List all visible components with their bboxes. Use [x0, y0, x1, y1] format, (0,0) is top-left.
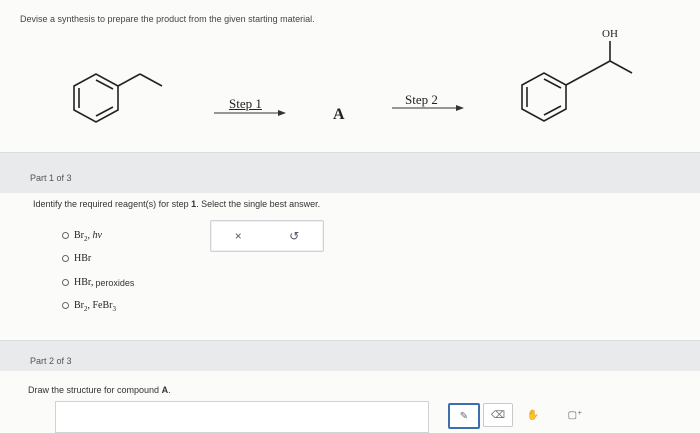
hydroxyl-label: OH — [602, 28, 618, 40]
part1-question-suffix: . Select the single best answer. — [196, 199, 321, 209]
step2-arrow — [392, 105, 464, 111]
part2-header: Part 2 of 3 — [30, 356, 72, 366]
part1-question-prefix: Identify the required reagent(s) for ste… — [33, 199, 192, 209]
part2-question-suffix: . — [168, 385, 171, 395]
step1-arrow — [214, 110, 286, 116]
part2-question-prefix: Draw the structure for compound — [28, 385, 162, 395]
eraser-icon: ⌫ — [490, 409, 506, 421]
hand-icon: ✋ — [526, 409, 540, 421]
radio-button[interactable] — [62, 279, 69, 286]
option-label-suffix: peroxides — [95, 277, 135, 288]
option-label: HBr, — [74, 277, 94, 288]
option-label: Br2, FeBr3 — [74, 300, 116, 313]
option-hbr-peroxides[interactable]: HBr, peroxides — [62, 277, 134, 288]
reaction-scheme: Step 1 A Step 2 OH — [0, 0, 700, 150]
option-br2-febr3[interactable]: Br2, FeBr3 — [62, 300, 116, 313]
option-label: Br2, hv — [74, 230, 102, 243]
option-hbr[interactable]: HBr — [62, 253, 91, 264]
drawing-canvas[interactable] — [55, 401, 429, 433]
radio-button[interactable] — [62, 255, 69, 262]
radio-button[interactable] — [62, 232, 69, 239]
radio-button[interactable] — [62, 302, 69, 309]
hand-tool-button[interactable]: ✋ — [518, 403, 548, 427]
starting-material-structure — [73, 73, 163, 123]
part1-header: Part 1 of 3 — [30, 173, 72, 183]
option-br2-hv[interactable]: Br2, hv — [62, 230, 102, 243]
part2-header-band: Part 2 of 3 — [0, 340, 700, 371]
part2-question: Draw the structure for compound A. — [28, 385, 171, 395]
undo-icon[interactable]: ↺ — [289, 229, 299, 243]
pencil-icon: ✎ — [459, 410, 469, 422]
answer-controls: × ↺ — [210, 220, 324, 252]
add-ring-tool-button[interactable]: ▢⁺ — [560, 403, 590, 427]
pencil-tool-button[interactable]: ✎ — [448, 403, 480, 429]
intermediate-a: A — [333, 106, 345, 123]
part1-question: Identify the required reagent(s) for ste… — [33, 199, 320, 209]
product-structure — [521, 41, 633, 122]
add-ring-icon: ▢⁺ — [567, 409, 583, 421]
part1-header-band: Part 1 of 3 — [0, 152, 700, 193]
eraser-tool-button[interactable]: ⌫ — [483, 403, 513, 427]
clear-icon[interactable]: × — [235, 229, 242, 243]
option-label: HBr — [74, 253, 92, 264]
